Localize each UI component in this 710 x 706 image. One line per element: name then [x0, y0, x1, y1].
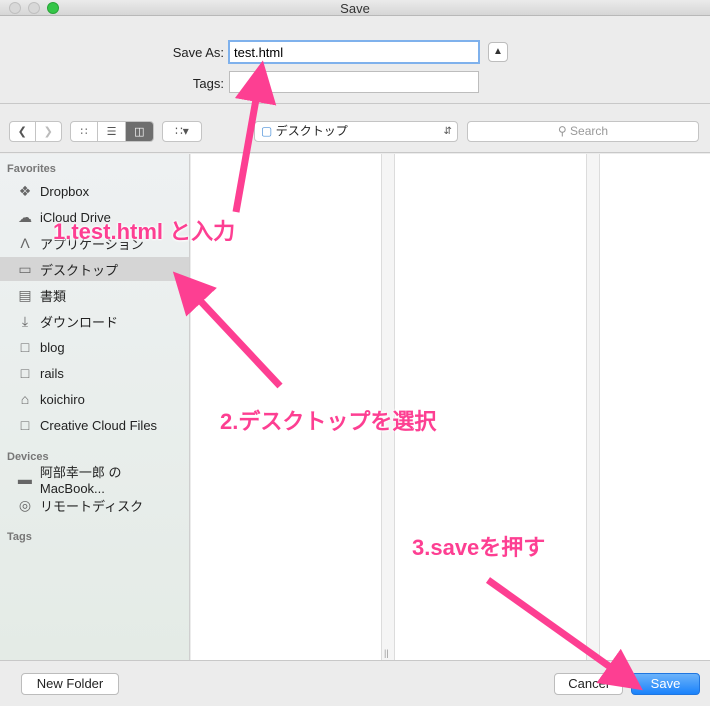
sidebar-item-label: Creative Cloud Files — [40, 417, 158, 433]
sidebar-item-remote-disc[interactable]: ◎ リモートディスク — [0, 493, 189, 517]
folder-icon: □ — [20, 417, 30, 433]
updown-icon: ⇵ — [443, 126, 452, 137]
nav-buttons: ❮ ❯ — [9, 121, 62, 142]
sidebar-item-label: ダウンロード — [40, 314, 119, 330]
tags-header: Tags — [7, 531, 32, 543]
sidebar-item-label: 阿部幸一郎 の MacBook... — [39, 465, 122, 496]
chevron-left-icon: ❮ — [17, 126, 27, 138]
sidebar-item-koichiro[interactable]: ⌂ koichiro — [0, 387, 189, 411]
location-popup[interactable]: ▢ デスクトップ ⇵ — [254, 121, 458, 142]
title-bar: Save — [0, 0, 710, 16]
new-folder-button[interactable]: New Folder — [21, 673, 119, 695]
sidebar-item-creative-cloud-files[interactable]: □ Creative Cloud Files — [0, 413, 189, 437]
sidebar-item-rails[interactable]: □ rails — [0, 361, 189, 385]
arrange-button[interactable]: ∷▾ — [162, 121, 202, 142]
location-label: デスクトップ — [275, 124, 348, 138]
sidebar-item-label: rails — [40, 365, 64, 381]
search-placeholder: Search — [570, 124, 609, 138]
browser-toolbar: ❮ ❯ ∷ ☰ ◫ ∷▾ ▢ デスクトップ ⇵ ⚲ Search — [0, 105, 710, 153]
forward-button[interactable]: ❯ — [36, 122, 61, 141]
view-mode-selector: ∷ ☰ ◫ — [70, 121, 154, 142]
cancel-button[interactable]: Cancel — [554, 673, 623, 695]
arrange-icon: ∷▾ — [175, 124, 189, 138]
home-icon: ⌂ — [20, 391, 30, 407]
laptop-icon: ▬ — [17, 471, 32, 487]
list-view-button[interactable]: ☰ — [98, 122, 126, 141]
tags-label: Tags: — [192, 76, 224, 91]
save-header: Save As: ▲ Tags: — [0, 17, 710, 104]
back-button[interactable]: ❮ — [10, 122, 36, 141]
columns-icon: ◫ — [134, 126, 145, 138]
column-view-button[interactable]: ◫ — [125, 122, 153, 141]
sidebar-item-dropbox[interactable]: ❖ Dropbox — [0, 179, 189, 203]
save-as-label: Save As: — [172, 45, 224, 60]
disc-icon: ◎ — [18, 496, 32, 513]
save-as-input[interactable] — [228, 40, 480, 64]
annotation-step1: 1.test.html と入力 — [53, 219, 236, 244]
favorites-header: Favorites — [7, 163, 56, 175]
sidebar-item-label: blog — [40, 339, 65, 355]
search-field[interactable]: ⚲ Search — [467, 121, 699, 142]
folder-icon: □ — [20, 365, 30, 381]
annotation-step2: 2.デスクトップを選択 — [220, 409, 437, 434]
resize-handle-icon[interactable]: || — [384, 648, 389, 658]
folder-icon: □ — [20, 339, 30, 355]
tags-input[interactable] — [229, 71, 479, 93]
download-icon: ⤓ — [21, 312, 29, 329]
chevron-right-icon: ❯ — [43, 126, 53, 138]
sidebar-item-label: koichiro — [40, 391, 85, 407]
sidebar-item-label: Dropbox — [40, 183, 90, 199]
icon-view-button[interactable]: ∷ — [71, 122, 99, 141]
window-title: Save — [340, 1, 370, 16]
dialog-footer: New Folder Cancel Save — [0, 660, 710, 706]
grid-icon: ∷ — [80, 126, 88, 138]
annotation-step3: 3.saveを押す — [412, 535, 546, 560]
document-icon: ▤ — [18, 286, 32, 303]
sidebar-item-label: デスクトップ — [40, 262, 119, 278]
folder-icon: ▢ — [261, 124, 273, 138]
sidebar-item-documents[interactable]: ▤ 書類 — [0, 283, 189, 307]
sidebar-item-label: リモートディスク — [40, 498, 144, 514]
list-icon: ☰ — [106, 126, 117, 138]
sidebar-item-downloads[interactable]: ⤓ ダウンロード — [0, 309, 189, 333]
sidebar-item-macbook[interactable]: ▬ 阿部幸一郎 の MacBook... — [0, 465, 189, 496]
search-icon: ⚲ — [557, 124, 567, 138]
expand-dialog-button[interactable]: ▲ — [488, 42, 508, 62]
save-button[interactable]: Save — [631, 673, 700, 695]
sidebar-item-desktop[interactable]: ▭ デスクトップ — [0, 257, 189, 281]
cloud-icon: ☁ — [18, 208, 32, 225]
applications-icon: Λ — [20, 235, 30, 251]
sidebar-item-blog[interactable]: □ blog — [0, 335, 189, 359]
dropbox-icon: ❖ — [18, 182, 32, 199]
sidebar-item-label: 書類 — [40, 288, 67, 304]
desktop-icon: ▭ — [18, 260, 32, 277]
column-divider[interactable] — [586, 154, 600, 660]
